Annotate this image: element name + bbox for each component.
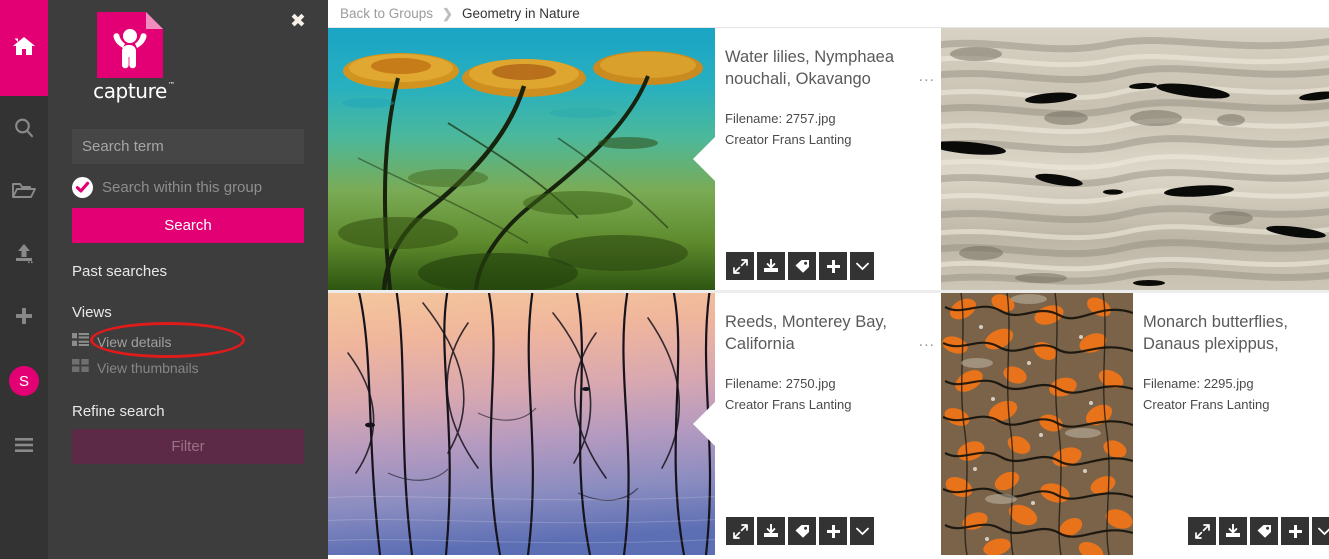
result-creator: Creator Frans Lanting [725, 397, 852, 412]
result-metadata: Reeds, Monterey Bay, California ... File… [725, 311, 937, 415]
expand-icon[interactable] [726, 252, 754, 280]
download-icon[interactable] [757, 252, 785, 280]
download-icon[interactable] [1219, 517, 1247, 545]
rail-item-menu[interactable] [0, 421, 48, 469]
search-icon [13, 117, 35, 139]
result-filename: Filename: 2750.jpg [725, 376, 836, 391]
capture-app-window: S ✖ capture ™ Search term Search within … [0, 0, 1329, 559]
avatar-initial: S [18, 372, 29, 390]
refine-search-heading: Refine search [72, 403, 165, 420]
hamburger-icon [13, 437, 35, 453]
icon-rail: S [0, 0, 48, 559]
results-row: Water lilies, Nymphaea nouchali, Okavang… [328, 28, 1329, 293]
capture-logo-mark [97, 12, 163, 78]
breadcrumb-back-to-groups[interactable]: Back to Groups [340, 6, 433, 21]
result-action-toolbar [1188, 517, 1329, 545]
result-action-toolbar [726, 517, 874, 545]
monarch-butterflies-thumbnail[interactable] [941, 293, 1133, 555]
search-input[interactable] [72, 129, 304, 164]
brand-name: capture [93, 79, 167, 103]
result-card: Water lilies, Nymphaea nouchali, Okavang… [328, 28, 941, 290]
result-creator: Creator Frans Lanting [725, 132, 852, 147]
tag-icon[interactable] [1250, 517, 1278, 545]
rail-item-upload[interactable] [0, 229, 48, 277]
tag-icon[interactable] [788, 517, 816, 545]
grid-view-icon [72, 359, 89, 377]
results-row: Reeds, Monterey Bay, California ... File… [328, 293, 1329, 555]
chevron-down-icon[interactable] [850, 252, 874, 280]
result-card [941, 28, 1329, 290]
result-filename: Filename: 2295.jpg [1143, 376, 1254, 391]
more-options-icon[interactable]: ... [919, 68, 935, 86]
plus-icon[interactable] [819, 252, 847, 280]
checkbox-checked-icon[interactable] [72, 176, 93, 198]
result-title[interactable]: Reeds, Monterey Bay, California [725, 311, 937, 355]
home-icon [12, 35, 36, 62]
plus-icon[interactable] [1281, 517, 1309, 545]
plus-icon[interactable] [819, 517, 847, 545]
result-title[interactable]: Monarch butterflies, Danaus plexippus, [1143, 311, 1325, 355]
search-within-group-row[interactable]: Search within this group [72, 175, 262, 199]
download-icon[interactable] [757, 517, 785, 545]
plus-icon [13, 305, 35, 327]
more-options-icon[interactable]: ... [919, 333, 935, 351]
brand-logo: capture ™ [85, 12, 175, 103]
result-metadata: Monarch butterflies, Danaus plexippus, F… [1143, 311, 1325, 415]
result-action-toolbar [726, 252, 874, 280]
breadcrumb-current-group: Geometry in Nature [461, 6, 580, 21]
search-within-group-label: Search within this group [102, 178, 263, 196]
folder-open-icon [11, 179, 37, 201]
expand-icon[interactable] [1188, 517, 1216, 545]
rail-item-add[interactable] [0, 292, 48, 340]
upload-icon [12, 242, 36, 264]
result-metadata: Water lilies, Nymphaea nouchali, Okavang… [725, 46, 937, 150]
brand-trademark: ™ [167, 81, 175, 89]
rail-item-search[interactable] [0, 104, 48, 152]
rail-item-browse[interactable] [0, 166, 48, 214]
search-sidebar: ✖ capture™ Search within thi [48, 0, 328, 559]
view-thumbnails-option[interactable]: View thumbnails [72, 358, 199, 378]
result-creator: Creator Frans Lanting [1143, 397, 1270, 412]
brand-wordmark: capture ™ [85, 79, 175, 103]
reeds-thumbnail[interactable] [328, 293, 715, 555]
past-searches-heading[interactable]: Past searches [72, 263, 167, 280]
result-title[interactable]: Water lilies, Nymphaea nouchali, Okavang… [725, 46, 937, 90]
expand-icon[interactable] [726, 517, 754, 545]
filter-button[interactable]: Filter [72, 429, 304, 464]
views-heading: Views [72, 304, 112, 321]
water-lilies-thumbnail[interactable] [328, 28, 715, 290]
view-thumbnails-label: View thumbnails [97, 360, 199, 376]
tag-icon[interactable] [788, 252, 816, 280]
rail-item-home[interactable] [0, 0, 48, 96]
chevron-down-icon[interactable] [850, 517, 874, 545]
result-filename: Filename: 2757.jpg [725, 111, 836, 126]
result-card: Reeds, Monterey Bay, California ... File… [328, 293, 941, 555]
water-ripples-thumbnail[interactable] [941, 28, 1329, 290]
search-button[interactable]: Search [72, 208, 304, 243]
list-view-icon [72, 333, 89, 351]
chevron-right-icon: ❯ [442, 5, 453, 21]
chevron-down-icon[interactable] [1312, 517, 1329, 545]
person-figure-icon [113, 29, 147, 69]
avatar[interactable]: S [9, 366, 39, 396]
close-icon[interactable]: ✖ [288, 11, 308, 31]
view-details-label: View details [97, 334, 172, 350]
result-card: Monarch butterflies, Danaus plexippus, F… [941, 293, 1329, 555]
view-details-option[interactable]: View details [72, 332, 171, 352]
breadcrumb: Back to Groups ❯ Geometry in Nature [328, 0, 1329, 28]
results-grid: Water lilies, Nymphaea nouchali, Okavang… [328, 28, 1329, 559]
